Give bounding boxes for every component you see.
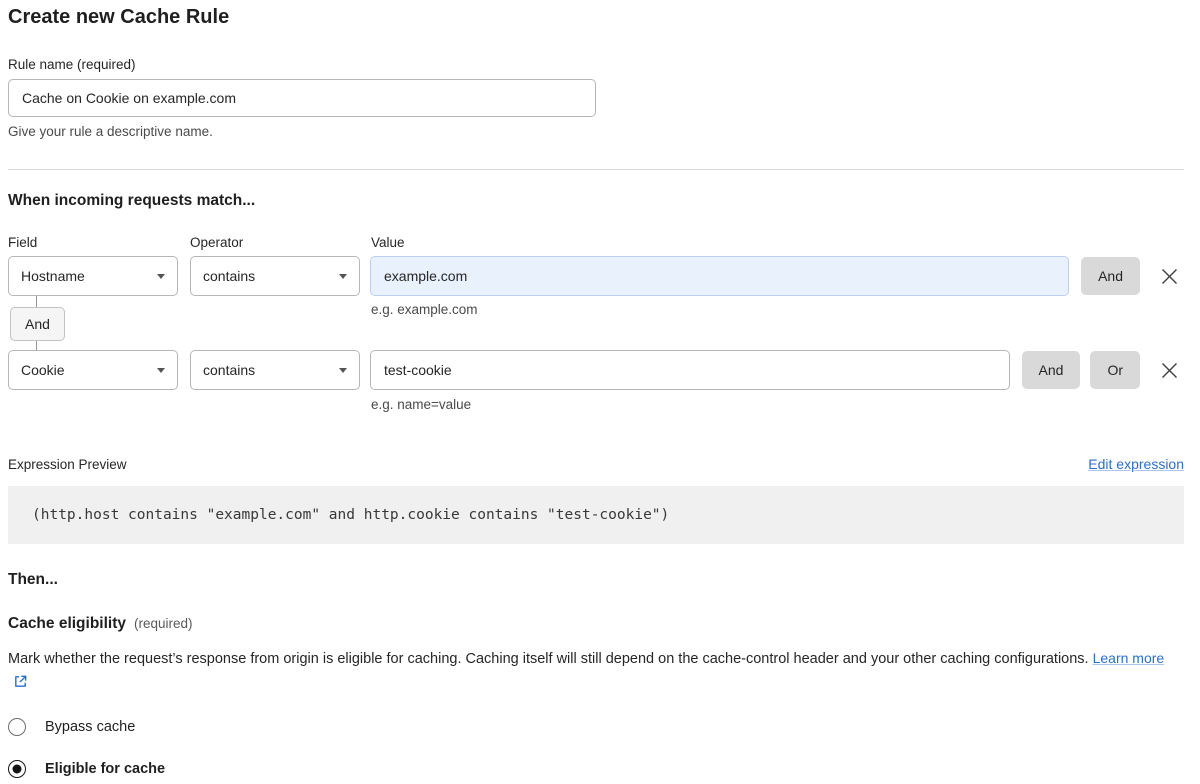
operator-column-label: Operator (190, 235, 371, 250)
match-heading: When incoming requests match... (8, 192, 1184, 210)
remove-condition-2-button[interactable] (1154, 355, 1184, 385)
and-button-row-2[interactable]: And (1022, 351, 1081, 389)
connector-and-chip[interactable]: And (10, 307, 65, 341)
then-heading: Then... (8, 571, 1184, 589)
section-divider (8, 169, 1184, 170)
page-title: Create new Cache Rule (8, 6, 1184, 29)
condition-column-labels: Field Operator Value (8, 235, 1184, 250)
operator-select-2[interactable]: contains (190, 350, 360, 390)
close-icon (1160, 267, 1179, 286)
rule-name-input[interactable] (8, 79, 596, 117)
value-column-label: Value (371, 235, 405, 250)
rule-name-label: Rule name (required) (8, 57, 1184, 72)
radio-label: Bypass cache (45, 719, 135, 735)
condition-connector: And (8, 296, 371, 350)
and-button-row-1[interactable]: And (1081, 257, 1140, 295)
rule-name-helper: Give your rule a descriptive name. (8, 124, 1184, 139)
radio-option-bypass-cache[interactable]: Bypass cache (8, 718, 1184, 736)
value-hint-2: e.g. name=value (371, 397, 1184, 412)
remove-condition-1-button[interactable] (1154, 261, 1184, 291)
chevron-down-icon (157, 274, 165, 279)
radio-icon (8, 718, 26, 736)
condition-row-1: Hostname contains And (8, 256, 1184, 296)
learn-more-link[interactable]: Learn more (1093, 650, 1165, 666)
chevron-down-icon (157, 368, 165, 373)
edit-expression-link[interactable]: Edit expression (1088, 456, 1184, 472)
cache-eligibility-description: Mark whether the request’s response from… (8, 646, 1178, 697)
connector-line (36, 296, 37, 307)
field-select-1-value: Hostname (21, 268, 85, 284)
description-text: Mark whether the request’s response from… (8, 651, 1089, 667)
field-select-1[interactable]: Hostname (8, 256, 178, 296)
radio-icon (8, 760, 26, 778)
connector-line (36, 341, 37, 350)
value-hint-1: e.g. example.com (371, 302, 478, 317)
cache-eligibility-heading: Cache eligibility (required) (8, 615, 1184, 633)
chevron-down-icon (339, 274, 347, 279)
radio-label: Eligible for cache (45, 761, 165, 777)
value-input-2[interactable] (370, 350, 1010, 390)
cache-eligibility-title: Cache eligibility (8, 615, 126, 633)
radio-option-eligible-for-cache[interactable]: Eligible for cache (8, 760, 1184, 778)
create-cache-rule-page: Create new Cache Rule Rule name (require… (0, 0, 1200, 778)
value-input-1[interactable] (370, 256, 1069, 296)
field-select-2[interactable]: Cookie (8, 350, 178, 390)
row-1-after: And e.g. example.com (8, 296, 1184, 350)
operator-select-2-value: contains (203, 362, 255, 378)
or-button-row-2[interactable]: Or (1090, 351, 1140, 389)
expression-code: (http.host contains "example.com" and ht… (8, 486, 1184, 544)
field-column-label: Field (8, 235, 190, 250)
required-badge: (required) (134, 616, 193, 631)
chevron-down-icon (339, 368, 347, 373)
field-select-2-value: Cookie (21, 362, 65, 378)
expression-preview-label: Expression Preview (8, 457, 127, 472)
condition-row-2: Cookie contains And Or (8, 350, 1184, 390)
operator-select-1-value: contains (203, 268, 255, 284)
operator-select-1[interactable]: contains (190, 256, 360, 296)
expression-preview-header: Expression Preview Edit expression (8, 456, 1184, 472)
external-link-icon (13, 673, 28, 697)
close-icon (1160, 361, 1179, 380)
